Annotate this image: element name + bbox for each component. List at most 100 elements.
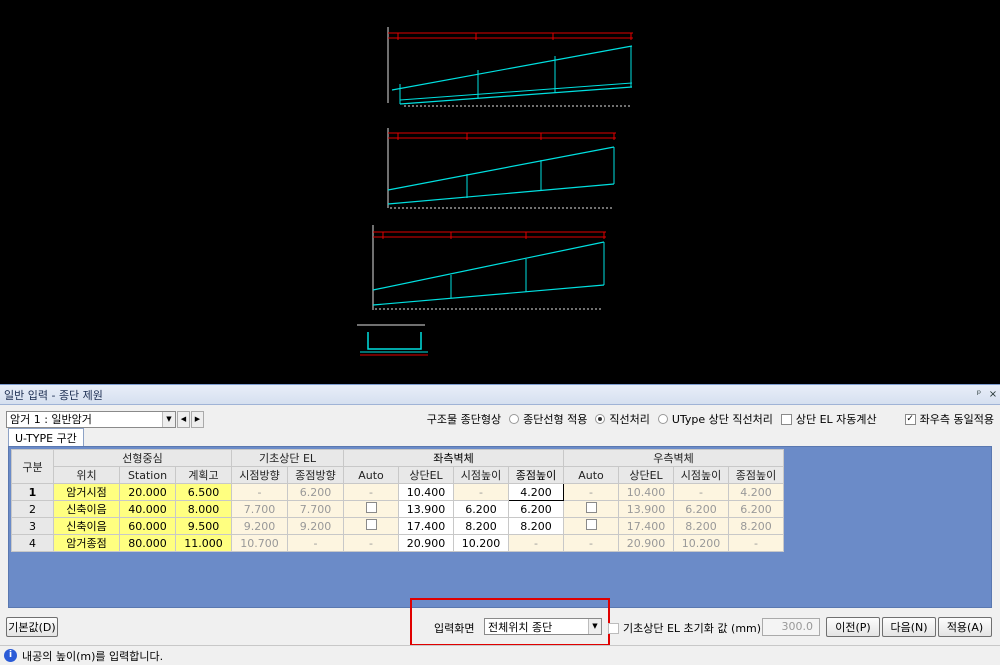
row-number[interactable]: 2 xyxy=(11,500,54,518)
cell-left-end-h[interactable]: 6.200 xyxy=(508,500,564,518)
pin-icon[interactable]: ᵖ xyxy=(972,389,986,400)
default-button[interactable]: 기본값(D) xyxy=(6,617,58,637)
cell-left-start-h: - xyxy=(453,483,509,501)
cell-left-auto: - xyxy=(343,483,399,501)
cell-right-start-h: 6.200 xyxy=(673,500,729,518)
cad-drawing-canvas[interactable] xyxy=(0,0,1000,384)
checkbox-icon[interactable] xyxy=(780,413,792,425)
cell-right-start-h: - xyxy=(673,483,729,501)
col-header: Auto xyxy=(563,466,619,484)
radio-utype-straight[interactable]: UType 상단 직선처리 xyxy=(657,411,773,427)
cell-left-end-h: - xyxy=(508,534,564,552)
checkbox-icon[interactable] xyxy=(608,622,619,634)
reset-el-label: 기초상단 EL 초기화 값 (mm) xyxy=(623,622,762,635)
cell-station[interactable]: 20.000 xyxy=(119,483,176,501)
cell-found-start[interactable]: 10.700 xyxy=(231,534,288,552)
header-left-wall: 좌측벽체 xyxy=(343,449,564,467)
apply-button[interactable]: 적용(A) xyxy=(938,617,992,637)
cell-position[interactable]: 암거종점 xyxy=(53,534,120,552)
cell-found-start[interactable]: 7.700 xyxy=(231,500,288,518)
profile-drawing-3 xyxy=(372,225,606,310)
cell-station[interactable]: 80.000 xyxy=(119,534,176,552)
header-alignment: 선형중심 xyxy=(53,449,232,467)
checkbox-label: 좌우측 동일적용 xyxy=(919,413,994,426)
cell-station[interactable]: 40.000 xyxy=(119,500,176,518)
radio-label: 종단선형 적용 xyxy=(523,413,588,426)
checkbox-icon[interactable] xyxy=(585,519,597,530)
cell-plan-height[interactable]: 8.000 xyxy=(175,500,232,518)
culvert-select[interactable]: 암거 1 : 일반암거 ▼ xyxy=(6,410,176,428)
chevron-down-icon[interactable]: ▼ xyxy=(588,619,601,634)
panel-title: 일반 입력 - 종단 제원 xyxy=(4,388,103,402)
cell-right-top-el: 20.900 xyxy=(618,534,674,552)
cell-left-auto[interactable] xyxy=(343,517,399,535)
checkbox-icon[interactable] xyxy=(365,519,377,530)
cell-right-top-el: 10.400 xyxy=(618,483,674,501)
profile-drawing-1 xyxy=(387,27,633,107)
next-culvert-icon[interactable]: ▶ xyxy=(191,410,204,428)
options-row: 암거 1 : 일반암거 ▼ ◀ ▶ 구조물 종단형상 종단선형 적용 직선처리 … xyxy=(6,409,994,429)
checkbox-label: 상단 EL 자동계산 xyxy=(795,413,877,426)
cell-plan-height[interactable]: 9.500 xyxy=(175,517,232,535)
checkbox-icon[interactable] xyxy=(365,502,377,513)
radio-profile-alignment[interactable]: 종단선형 적용 xyxy=(509,411,587,427)
table-row: 3 신축이음 60.000 9.500 9.200 9.200 17.400 8… xyxy=(11,517,784,535)
cell-found-end[interactable]: 6.200 xyxy=(287,483,344,501)
cell-plan-height[interactable]: 6.500 xyxy=(175,483,232,501)
row-number[interactable]: 1 xyxy=(11,483,54,501)
cell-right-start-h: 8.200 xyxy=(673,517,729,535)
tab-utype-section[interactable]: U-TYPE 구간 xyxy=(8,428,84,446)
cell-plan-height[interactable]: 11.000 xyxy=(175,534,232,552)
cell-left-end-h[interactable]: 8.200 xyxy=(508,517,564,535)
radio-icon[interactable] xyxy=(509,414,520,424)
radio-label: 직선처리 xyxy=(609,413,650,426)
cell-left-auto[interactable] xyxy=(343,500,399,518)
cell-left-end-h[interactable]: 4.200 xyxy=(508,483,564,501)
profile-input-panel: 일반 입력 - 종단 제원 ᵖ × 암거 1 : 일반암거 ▼ ◀ ▶ 구조물 … xyxy=(0,384,1000,665)
cell-right-end-h: 6.200 xyxy=(728,500,784,518)
cell-found-end[interactable]: 7.700 xyxy=(287,500,344,518)
cell-found-start[interactable]: 9.200 xyxy=(231,517,288,535)
chevron-down-icon[interactable]: ▼ xyxy=(162,411,175,427)
input-view-select[interactable]: 전체위치 종단 ▼ xyxy=(484,618,602,635)
cell-right-auto: - xyxy=(563,483,619,501)
radio-icon[interactable] xyxy=(657,414,668,424)
same-lr-checkbox[interactable]: ✓ 좌우측 동일적용 xyxy=(904,411,994,427)
cell-left-top-el[interactable]: 13.900 xyxy=(398,500,454,518)
cell-left-top-el[interactable]: 10.400 xyxy=(398,483,454,501)
reset-el-value-field[interactable]: 300.0 xyxy=(762,618,820,636)
row-number[interactable]: 4 xyxy=(11,534,54,552)
cell-left-start-h[interactable]: 8.200 xyxy=(453,517,509,535)
cell-left-start-h[interactable]: 10.200 xyxy=(453,534,509,552)
checkbox-checked-icon[interactable]: ✓ xyxy=(904,413,916,425)
reset-el-checkbox[interactable]: 기초상단 EL 초기화 값 (mm) xyxy=(608,620,761,636)
cell-right-end-h: 8.200 xyxy=(728,517,784,535)
radio-straight[interactable]: 직선처리 xyxy=(595,411,650,427)
cell-right-auto[interactable] xyxy=(563,517,619,535)
checkbox-icon[interactable] xyxy=(585,502,597,513)
prev-button[interactable]: 이전(P) xyxy=(826,617,880,637)
cell-left-top-el[interactable]: 20.900 xyxy=(398,534,454,552)
close-icon[interactable]: × xyxy=(986,389,1000,400)
cell-station[interactable]: 60.000 xyxy=(119,517,176,535)
cell-found-end[interactable]: 9.200 xyxy=(287,517,344,535)
table-row: 4 암거종점 80.000 11.000 10.700 - - 20.900 1… xyxy=(11,534,784,552)
table-row: 1 암거시점 20.000 6.500 - 6.200 - 10.400 - 4… xyxy=(11,483,784,501)
cell-found-start: - xyxy=(231,483,288,501)
cell-position[interactable]: 신축이음 xyxy=(53,517,120,535)
prev-culvert-icon[interactable]: ◀ xyxy=(177,410,190,428)
row-number[interactable]: 3 xyxy=(11,517,54,535)
input-view-value: 전체위치 종단 xyxy=(488,620,553,634)
cell-right-auto: - xyxy=(563,534,619,552)
cell-position[interactable]: 신축이음 xyxy=(53,500,120,518)
col-header: 종점높이 xyxy=(728,466,784,484)
cell-left-top-el[interactable]: 17.400 xyxy=(398,517,454,535)
next-button[interactable]: 다음(N) xyxy=(882,617,936,637)
col-header: Auto xyxy=(343,466,399,484)
radio-icon[interactable] xyxy=(595,414,606,424)
cell-position[interactable]: 암거시점 xyxy=(53,483,120,501)
bottom-bar: 기본값(D) 입력화면 전체위치 종단 ▼ 기초상단 EL 초기화 값 (mm)… xyxy=(6,617,994,639)
cell-right-auto[interactable] xyxy=(563,500,619,518)
auto-el-checkbox[interactable]: 상단 EL 자동계산 xyxy=(780,411,877,427)
cell-left-start-h[interactable]: 6.200 xyxy=(453,500,509,518)
